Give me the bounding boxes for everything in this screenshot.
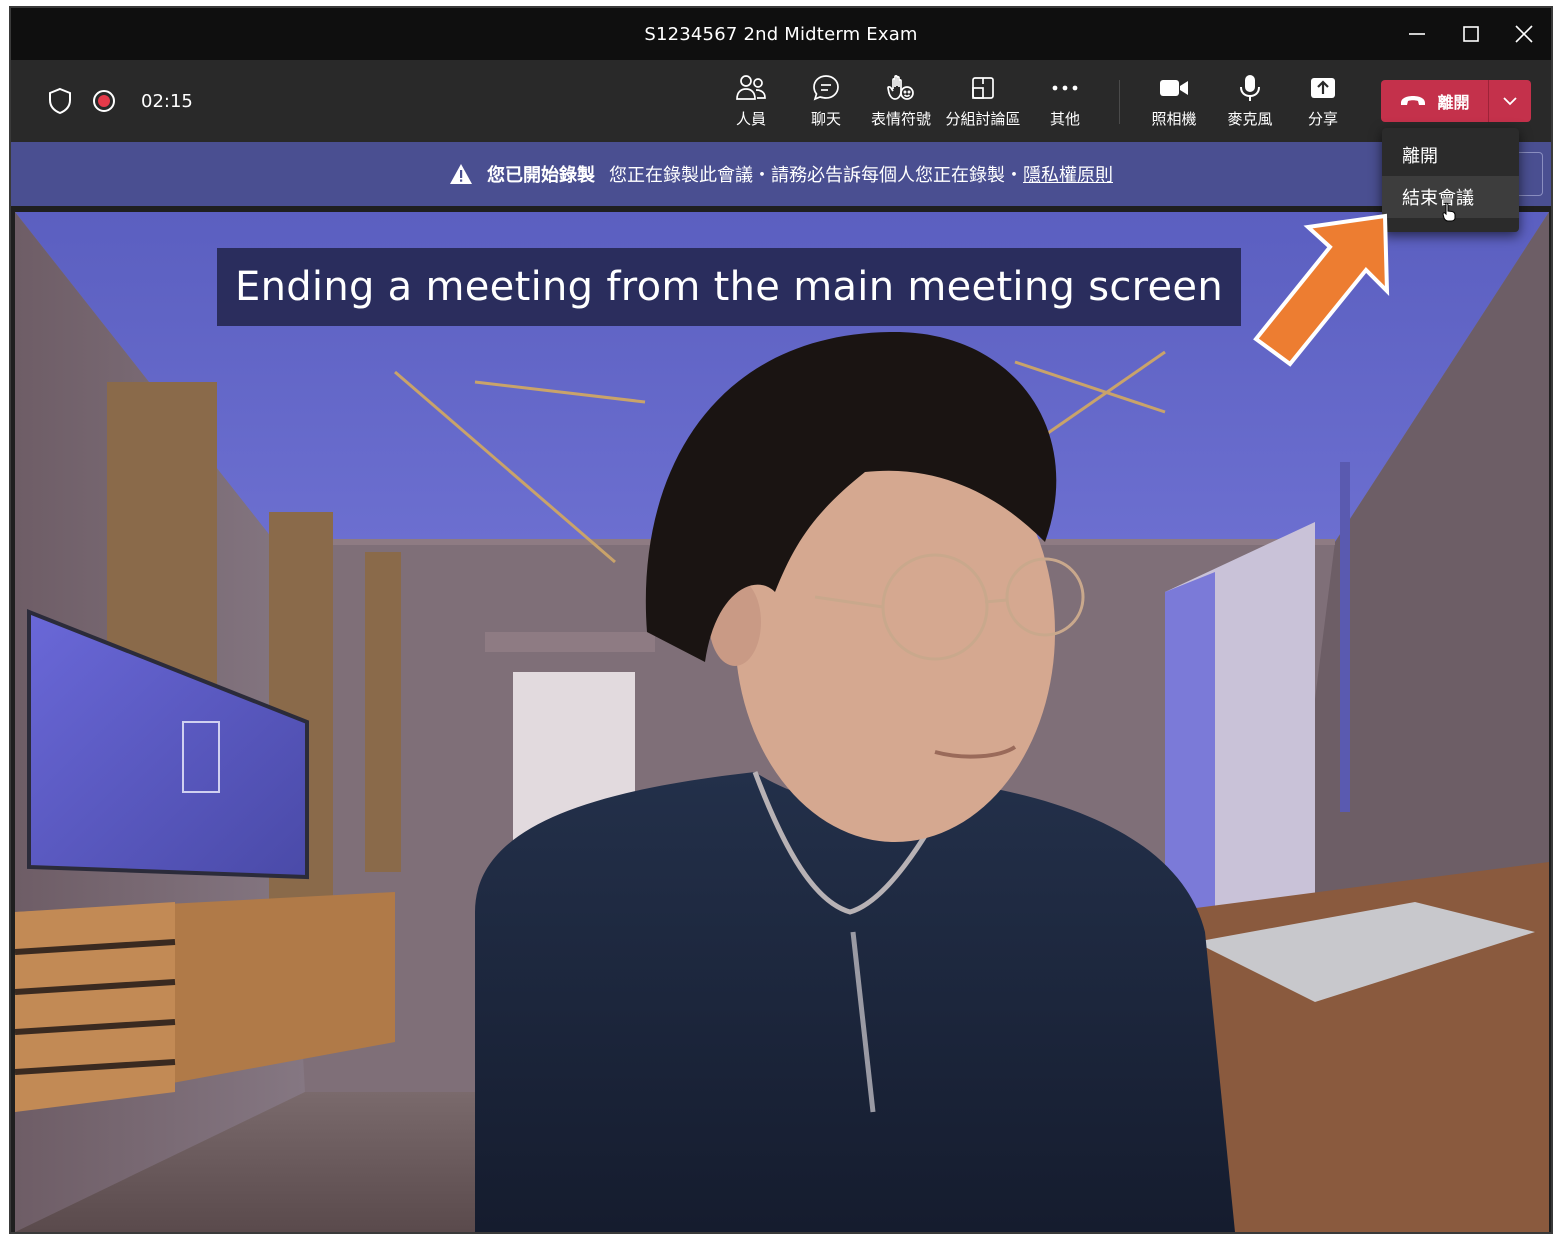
leave-button-group: 離開 [1381,80,1531,122]
chat-icon [811,72,841,104]
close-button[interactable] [1497,8,1551,60]
share-button[interactable]: 分享 [1301,72,1345,132]
breakout-rooms-icon [969,72,997,104]
meeting-timer: 02:15 [141,90,193,112]
hang-up-icon [1401,96,1426,105]
caption-overlay: Ending a meeting from the main meeting s… [217,248,1241,326]
reactions-button[interactable]: 表情符號 [869,72,933,132]
meeting-toolbar: 02:15 人員 聊天 表情符號 分組討論區 其他 照相機 麥克風 分享 離開 [11,60,1551,142]
privacy-policy-link[interactable]: 隱私權原則 [1023,165,1113,186]
leave-button[interactable]: 離開 [1381,80,1488,122]
pointer-cursor-icon [1442,202,1456,222]
video-feed: Ending a meeting from the main meeting s… [15,212,1549,1232]
leave-options-button[interactable] [1489,80,1531,122]
mic-icon [1238,72,1262,104]
toolbar-divider [1119,80,1120,124]
more-button[interactable]: 其他 [1043,72,1087,132]
leave-label: 離開 [1437,93,1470,112]
people-button[interactable]: 人員 [729,72,773,132]
camera-button[interactable]: 照相機 [1147,72,1201,132]
leave-options-menu: 離開 結束會議 [1382,128,1519,232]
recording-banner: 您已開始錄製 您正在錄製此會議・請務必告訴每個人您正在錄製・隱私權原則 [11,142,1551,206]
close-icon [1515,25,1533,43]
chevron-down-icon [1503,97,1517,106]
shield-icon[interactable] [47,87,73,115]
mic-button[interactable]: 麥克風 [1223,72,1277,132]
banner-title: 您已開始錄製 [487,165,595,186]
minimize-button[interactable] [1390,8,1444,60]
people-icon [735,72,767,104]
meeting-status: 02:15 [47,60,193,142]
banner-message: 您正在錄製此會議・請務必告訴每個人您正在錄製・隱私權原則 [609,165,1113,186]
maximize-icon [1463,26,1479,42]
camera-icon [1158,72,1190,104]
title-bar: S1234567 2nd Midterm Exam [11,8,1551,60]
menu-item-leave[interactable]: 離開 [1382,134,1519,176]
minimize-icon [1409,33,1425,35]
maximize-button[interactable] [1444,8,1498,60]
reaction-icon [885,72,917,104]
window-title: S1234567 2nd Midterm Exam [644,23,918,45]
chat-button[interactable]: 聊天 [804,72,848,132]
breakout-rooms-button[interactable]: 分組討論區 [943,72,1023,132]
share-icon [1309,72,1337,104]
meeting-window: S1234567 2nd Midterm Exam 02:15 人員 聊天 表情… [9,6,1553,1234]
recording-icon [93,90,115,112]
participant-video [15,212,1549,1232]
warning-icon [450,164,472,184]
more-icon [1051,72,1079,104]
